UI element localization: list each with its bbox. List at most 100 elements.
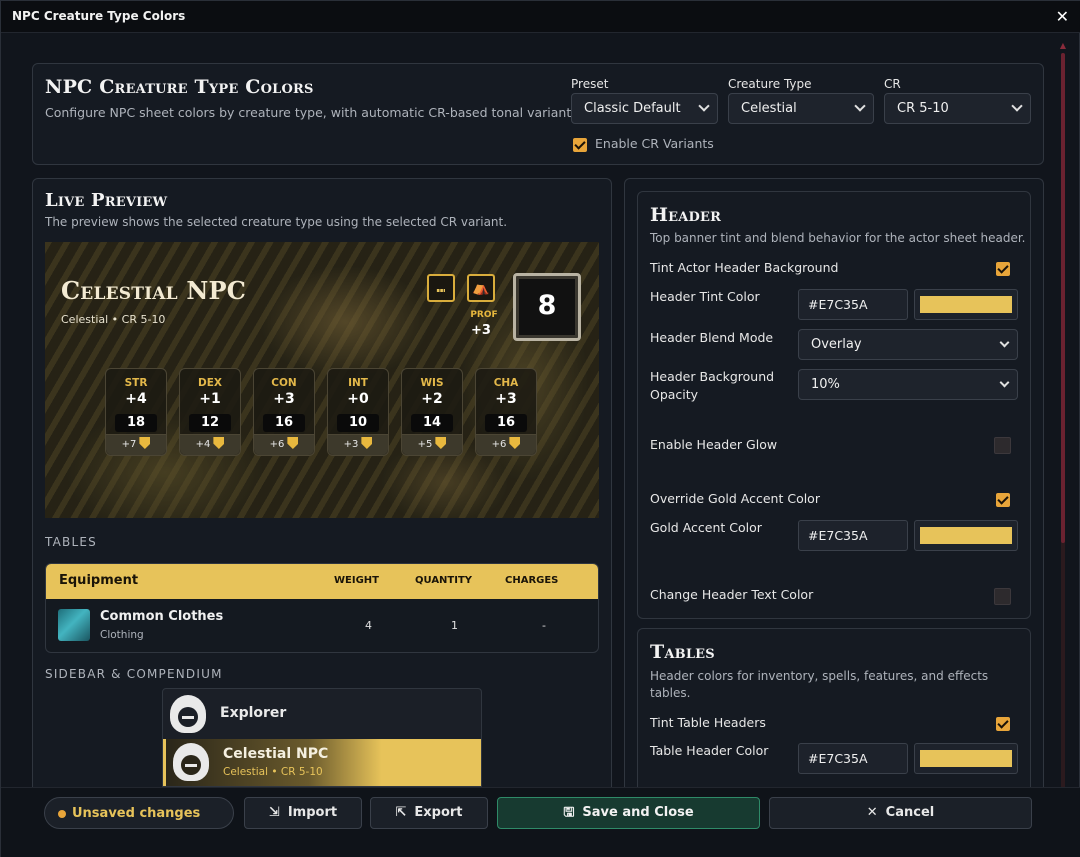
stat-modifier: +3 [273, 391, 295, 407]
sidebar-item-sub: Celestial • CR 5-10 [223, 766, 323, 778]
cr-select[interactable]: CR 5-10 [884, 93, 1031, 124]
stat-save: +6 [254, 434, 314, 455]
item-quantity: 1 [451, 619, 458, 632]
import-icon: ⇲ [268, 805, 280, 820]
tables-section-label: TABLES [45, 535, 97, 549]
sidebar-item-explorer[interactable]: Explorer [163, 689, 481, 739]
stat-con[interactable]: CON +3 16 +6 [253, 368, 315, 456]
col-charges: CHARGES [505, 575, 559, 586]
tint-actor-header-checkbox[interactable] [996, 262, 1010, 276]
enable-cr-variants-checkbox[interactable] [573, 138, 587, 152]
tables-settings-section: Tables Header colors for inventory, spel… [637, 628, 1031, 798]
override-gold-label: Override Gold Accent Color [650, 491, 820, 506]
chevron-down-icon [1011, 100, 1023, 112]
import-label: Import [287, 805, 338, 820]
stat-save-value: +4 [195, 439, 211, 450]
header-bg-opacity-select[interactable]: 10% [798, 369, 1018, 400]
unsaved-changes-indicator: Unsaved changes [44, 797, 234, 829]
cr-label: CR [884, 77, 901, 91]
stat-int[interactable]: INT +0 10 +3 [327, 368, 389, 456]
close-icon[interactable]: ✕ [1056, 7, 1069, 26]
stat-ability: STR [124, 377, 148, 389]
scrollbar-thumb[interactable] [1061, 53, 1065, 543]
export-button[interactable]: ⇱ Export [370, 797, 488, 829]
col-quantity: QUANTITY [415, 575, 473, 586]
stat-save-value: +5 [417, 439, 433, 450]
preset-select[interactable]: Classic Default [571, 93, 718, 124]
header-tint-color-input[interactable]: #E7C35A [798, 289, 908, 320]
header-tint-color-swatch[interactable] [914, 289, 1018, 320]
header-glow-label: Enable Header Glow [650, 437, 778, 452]
shield-icon [435, 437, 447, 449]
header-blend-mode-select[interactable]: Overlay [798, 329, 1018, 360]
unsaved-changes-text: Unsaved changes [72, 806, 201, 821]
creature-type-label: Creature Type [728, 77, 812, 91]
save-label: Save and Close [582, 805, 694, 820]
preset-value: Classic Default [584, 101, 681, 116]
item-type: Clothing [100, 629, 144, 641]
live-preview-subtitle: The preview shows the selected creature … [45, 215, 508, 229]
header-bg-opacity-label: Header Background Opacity [650, 369, 775, 402]
cr-value: CR 5-10 [897, 101, 949, 116]
stat-wis[interactable]: WIS +2 14 +5 [401, 368, 463, 456]
gold-accent-color-label: Gold Accent Color [650, 520, 762, 535]
stat-score: 16 [485, 414, 527, 432]
stat-modifier: +4 [125, 391, 147, 407]
stat-save-value: +7 [121, 439, 137, 450]
sidebar-item-celestial-npc[interactable]: Celestial NPC Celestial • CR 5-10 [163, 739, 481, 786]
cancel-label: Cancel [885, 805, 935, 820]
scroll-up-icon[interactable]: ▲ [1059, 41, 1067, 50]
stat-save: +4 [180, 434, 240, 455]
stat-dex[interactable]: DEX +1 12 +4 [179, 368, 241, 456]
title-bar[interactable]: NPC Creature Type Colors ✕ [1, 1, 1080, 33]
sidebar-section-label: SIDEBAR & COMPENDIUM [45, 667, 223, 681]
table-header-color-swatch[interactable] [914, 743, 1018, 774]
stat-save-value: +3 [343, 439, 359, 450]
save-and-close-button[interactable]: 🖫 Save and Close [497, 797, 760, 829]
tables-section-title: Tables [650, 641, 715, 663]
table-header-color-label: Table Header Color [650, 743, 769, 758]
cancel-button[interactable]: ✕ Cancel [769, 797, 1032, 829]
stat-str[interactable]: STR +4 18 +7 [105, 368, 167, 456]
header-text-color-checkbox[interactable] [994, 588, 1011, 605]
chevron-down-icon [698, 100, 710, 112]
header-blend-mode-label: Header Blend Mode [650, 330, 774, 345]
shield-icon [139, 437, 151, 449]
stat-ability: DEX [198, 377, 222, 389]
stat-score: 16 [263, 414, 305, 432]
utensils-icon[interactable]: ⑉ [427, 274, 455, 302]
camp-icon[interactable]: ⛺ [467, 274, 495, 302]
export-icon: ⇱ [395, 805, 407, 820]
stat-save: +3 [328, 434, 388, 455]
tint-actor-header-label: Tint Actor Header Background [650, 260, 839, 275]
stat-cha[interactable]: CHA +3 16 +6 [475, 368, 537, 456]
status-dot-icon [58, 810, 66, 818]
gold-accent-color-input[interactable]: #E7C35A [798, 520, 908, 551]
stat-modifier: +0 [347, 391, 369, 407]
window-title: NPC Creature Type Colors [12, 9, 186, 23]
close-icon: ✕ [866, 805, 878, 820]
creature-type-select[interactable]: Celestial [728, 93, 874, 124]
stat-score: 12 [189, 414, 231, 432]
header-section-subtitle: Top banner tint and blend behavior for t… [650, 231, 1026, 245]
npc-subtitle: Celestial • CR 5-10 [61, 313, 166, 326]
table-row[interactable]: Common Clothes Clothing 4 1 - [46, 599, 598, 652]
header-glow-checkbox[interactable] [994, 437, 1011, 454]
gold-accent-color-swatch[interactable] [914, 520, 1018, 551]
hooded-figure-icon [170, 695, 206, 733]
prof-value: +3 [471, 323, 491, 338]
header-tint-color-label: Header Tint Color [650, 289, 760, 304]
import-button[interactable]: ⇲ Import [244, 797, 362, 829]
override-gold-checkbox[interactable] [996, 493, 1010, 507]
live-preview-title: Live Preview [45, 190, 168, 211]
shield-icon [287, 437, 299, 449]
stat-score: 18 [115, 414, 157, 432]
enable-cr-variants-label: Enable CR Variants [595, 136, 714, 151]
stat-modifier: +3 [495, 391, 517, 407]
armor-class-frame: 8 [513, 273, 581, 341]
table-header-color-input[interactable]: #E7C35A [798, 743, 908, 774]
tint-table-headers-label: Tint Table Headers [650, 715, 766, 730]
stat-modifier: +1 [199, 391, 221, 407]
tint-table-headers-checkbox[interactable] [996, 717, 1010, 731]
stat-ability: CON [271, 377, 297, 389]
